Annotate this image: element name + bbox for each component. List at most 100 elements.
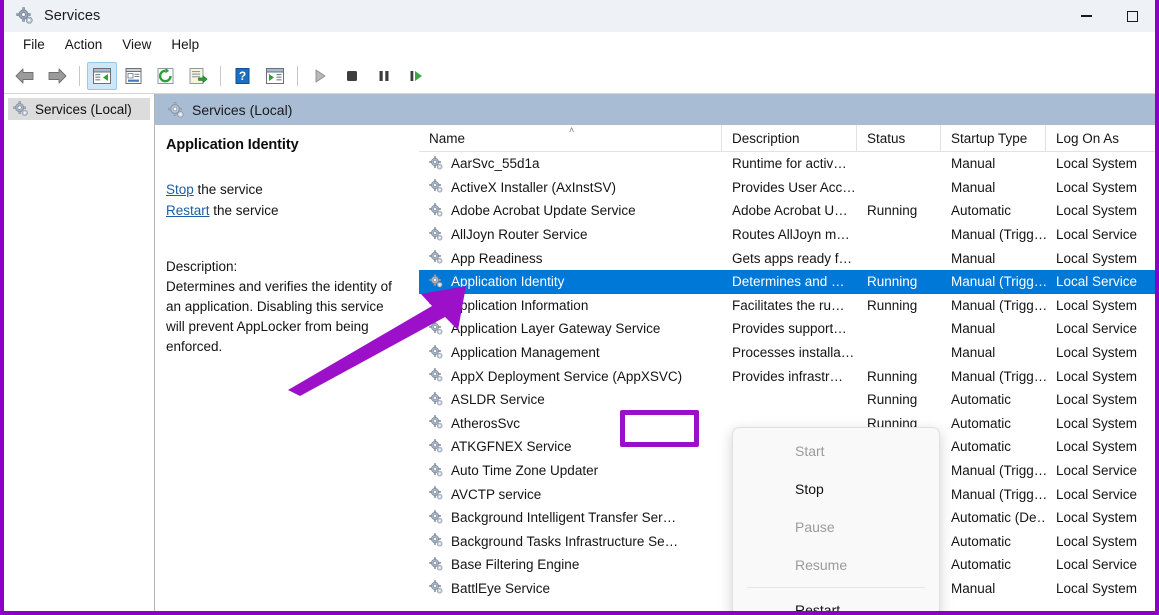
service-gear-icon: [429, 179, 445, 195]
toolbar: ?: [4, 58, 1155, 94]
cell-service-name: Application Information: [419, 294, 722, 318]
column-header-startup-type[interactable]: Startup Type: [941, 125, 1046, 152]
description-label: Description:: [166, 257, 404, 277]
cell-description: Facilitates the ru…: [722, 294, 857, 318]
cell-description: Runtime for activ…: [722, 152, 857, 176]
cell-log-on-as: Local System: [1046, 577, 1155, 601]
cell-status: Running: [857, 388, 941, 412]
help-button[interactable]: ?: [228, 62, 258, 90]
ctx-stop[interactable]: Stop: [733, 470, 939, 508]
tree-node-services-local[interactable]: Services (Local): [8, 98, 150, 120]
service-gear-icon: [429, 580, 445, 596]
table-row[interactable]: AppX Deployment Service (AppXSVC)Provide…: [419, 364, 1155, 388]
cell-startup-type: Manual (Trigg…: [941, 270, 1046, 294]
service-name-label: Adobe Acrobat Update Service: [451, 203, 636, 218]
menu-action[interactable]: Action: [55, 35, 113, 54]
back-button[interactable]: [10, 62, 40, 90]
show-action-pane-button[interactable]: [260, 62, 290, 90]
service-gear-icon: [429, 368, 445, 384]
export-list-icon: [188, 67, 208, 85]
column-header-log-on-as[interactable]: Log On As: [1046, 125, 1155, 152]
table-row[interactable]: AllJoyn Router ServiceRoutes AllJoyn m…M…: [419, 223, 1155, 247]
table-row[interactable]: Application InformationFacilitates the r…: [419, 294, 1155, 318]
forward-icon: [46, 67, 68, 85]
table-row[interactable]: Application IdentityDetermines and …Runn…: [419, 270, 1155, 294]
show-hide-console-tree-button[interactable]: [87, 62, 117, 90]
cell-log-on-as: Local System: [1046, 294, 1155, 318]
export-list-button[interactable]: [183, 62, 213, 90]
cell-service-name: Adobe Acrobat Update Service: [419, 199, 722, 223]
cell-log-on-as: Local System: [1046, 412, 1155, 436]
cell-status: [857, 317, 941, 341]
context-menu-separator: [747, 587, 925, 588]
cell-startup-type: Automatic: [941, 553, 1046, 577]
cell-startup-type: Manual (Trigg…: [941, 459, 1046, 483]
pause-service-button[interactable]: [369, 62, 399, 90]
service-gear-icon: [429, 510, 445, 526]
table-row[interactable]: AarSvc_55d1aRuntime for activ… ManualLoca…: [419, 152, 1155, 176]
menu-help[interactable]: Help: [161, 35, 209, 54]
menu-bar: File Action View Help: [4, 32, 1155, 58]
stop-service-link[interactable]: Stop: [166, 182, 194, 197]
column-header-name[interactable]: Name ˄: [419, 125, 722, 152]
cell-service-name: Base Filtering Engine: [419, 553, 722, 577]
cell-log-on-as: Local System: [1046, 152, 1155, 176]
service-gear-icon: [429, 392, 445, 408]
table-row[interactable]: App ReadinessGets apps ready f…ManualLoc…: [419, 246, 1155, 270]
services-gear-icon: [13, 101, 29, 117]
cell-log-on-as: Local Service: [1046, 459, 1155, 483]
cell-startup-type: Manual: [941, 317, 1046, 341]
cell-service-name: ActiveX Installer (AxInstSV): [419, 176, 722, 200]
start-service-button[interactable]: [305, 62, 335, 90]
table-row[interactable]: Application Layer Gateway ServiceProvide…: [419, 317, 1155, 341]
table-row[interactable]: ASLDR ServiceRunningAutomaticLocal Syste…: [419, 388, 1155, 412]
table-row[interactable]: Adobe Acrobat Update ServiceAdobe Acroba…: [419, 199, 1155, 223]
toolbar-separator-2: [220, 66, 221, 86]
cell-service-name: AVCTP service: [419, 482, 722, 506]
column-header-status[interactable]: Status: [857, 125, 941, 152]
forward-button[interactable]: [42, 62, 72, 90]
cell-log-on-as: Local System: [1046, 246, 1155, 270]
back-icon: [14, 67, 36, 85]
stop-service-row: Stop the service: [166, 179, 404, 200]
service-name-label: ASLDR Service: [451, 392, 545, 407]
column-header-startup-type-label: Startup Type: [951, 131, 1027, 146]
minimize-icon: [1081, 15, 1092, 17]
minimize-button[interactable]: [1063, 0, 1109, 32]
cell-service-name: Background Intelligent Transfer Ser…: [419, 506, 722, 530]
cell-log-on-as: Local System: [1046, 341, 1155, 365]
cell-status: Running: [857, 294, 941, 318]
ctx-start: Start: [733, 432, 939, 470]
cell-status: [857, 176, 941, 200]
cell-description: Routes AllJoyn m…: [722, 223, 857, 247]
restart-service-button[interactable]: [401, 62, 431, 90]
table-row[interactable]: Application ManagementProcesses installa…: [419, 341, 1155, 365]
menu-view[interactable]: View: [112, 35, 161, 54]
cell-service-name: AarSvc_55d1a: [419, 152, 722, 176]
restart-service-link[interactable]: Restart: [166, 203, 210, 218]
service-name-label: Base Filtering Engine: [451, 557, 579, 572]
cell-service-name: AppX Deployment Service (AppXSVC): [419, 364, 722, 388]
ctx-restart[interactable]: Restart: [733, 591, 939, 615]
service-gear-icon: [429, 533, 445, 549]
cell-service-name: Application Layer Gateway Service: [419, 317, 722, 341]
cell-startup-type: Manual: [941, 152, 1046, 176]
menu-file[interactable]: File: [13, 35, 55, 54]
cell-startup-type: Manual (Trigg…: [941, 364, 1046, 388]
services-gear-icon: [168, 102, 184, 118]
cell-log-on-as: Local Service: [1046, 223, 1155, 247]
maximize-button[interactable]: [1109, 0, 1155, 32]
column-header-description[interactable]: Description: [722, 125, 857, 152]
refresh-button[interactable]: [151, 62, 181, 90]
cell-startup-type: Manual: [941, 176, 1046, 200]
cell-status: [857, 246, 941, 270]
ctx-resume-label: Resume: [795, 557, 847, 573]
maximize-icon: [1127, 11, 1138, 22]
restart-service-icon: [407, 67, 425, 85]
properties-button[interactable]: [119, 62, 149, 90]
tree-node-label: Services (Local): [35, 102, 132, 117]
cell-description: Determines and …: [722, 270, 857, 294]
stop-service-button[interactable]: [337, 62, 367, 90]
table-row[interactable]: ActiveX Installer (AxInstSV)Provides Use…: [419, 176, 1155, 200]
cell-log-on-as: Local System: [1046, 199, 1155, 223]
